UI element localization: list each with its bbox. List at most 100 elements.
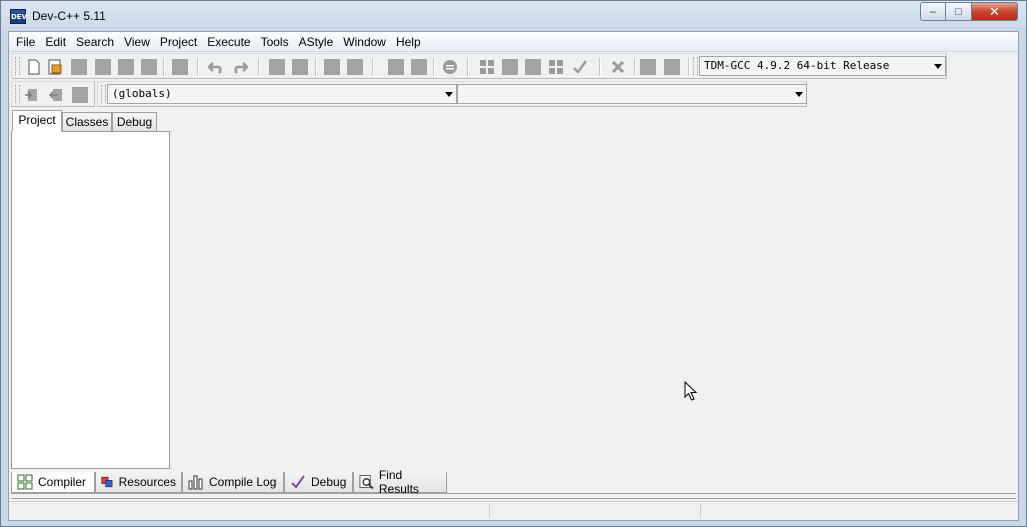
toolbar-grip[interactable]: [101, 85, 106, 103]
editor-area[interactable]: [171, 110, 1017, 470]
chevron-down-icon: [445, 92, 453, 97]
tab-find-results-label: Find Results: [378, 468, 419, 496]
tab-project-label: Project: [18, 113, 56, 127]
project-toolbar: [11, 81, 95, 107]
menu-window[interactable]: Window: [338, 33, 391, 51]
menu-file[interactable]: File: [11, 33, 40, 51]
close-all-icon[interactable]: [141, 59, 157, 75]
unindent-icon[interactable]: [347, 59, 363, 75]
toolbar-separator: [688, 58, 689, 76]
menu-bar: File Edit Search View Project Execute To…: [9, 32, 1018, 52]
goto-bookmark-icon[interactable]: [411, 59, 427, 75]
maximize-button[interactable]: □: [946, 2, 972, 21]
toolbar-separator: [258, 58, 259, 76]
grid-icon: [17, 474, 33, 490]
member-select[interactable]: [457, 84, 807, 104]
compiler-select[interactable]: TDM-GCC 4.9.2 64-bit Release: [699, 56, 946, 76]
toolbar-grip[interactable]: [15, 57, 20, 75]
toolbar-grip[interactable]: [693, 57, 698, 75]
window-controls: – □ ✕: [920, 2, 1018, 22]
insert-icon[interactable]: [24, 87, 40, 103]
find-icon[interactable]: [269, 59, 285, 75]
stop-icon[interactable]: [610, 59, 626, 75]
save-icon[interactable]: [71, 59, 87, 75]
new-file-icon[interactable]: [26, 59, 42, 75]
compile-run-icon[interactable]: [525, 59, 541, 75]
main-toolbar: TDM-GCC 4.9.2 64-bit Release: [11, 53, 947, 79]
find-results-icon: [359, 475, 374, 490]
scope-select-value: (globals): [112, 87, 172, 100]
main-window: DEV Dev-C++ 5.11 – □ ✕ File Edit Search …: [0, 0, 1027, 527]
client-area: File Edit Search View Project Execute To…: [8, 31, 1019, 521]
toolbar-separator: [315, 58, 316, 76]
debug-icon[interactable]: [640, 59, 656, 75]
menu-edit[interactable]: Edit: [40, 33, 71, 51]
status-bar: [9, 501, 1018, 520]
tab-compile-log-label: Compile Log: [209, 475, 277, 489]
toolbar-separator: [197, 58, 198, 76]
project-options-icon[interactable]: [72, 87, 88, 103]
menu-tools[interactable]: Tools: [256, 33, 294, 51]
toolbar-separator: [372, 58, 373, 76]
class-browser-toolbar: (globals): [97, 81, 807, 107]
close-icon[interactable]: [118, 59, 134, 75]
open-project-icon[interactable]: [47, 59, 63, 75]
toolbar-separator: [634, 58, 635, 76]
tab-debug-label: Debug: [116, 115, 153, 129]
check-icon: [291, 475, 305, 489]
close-window-button[interactable]: ✕: [972, 2, 1018, 21]
project-tree-panel[interactable]: [11, 131, 170, 469]
resources-icon: [101, 476, 113, 488]
tab-debug[interactable]: Debug: [112, 112, 157, 132]
print-icon[interactable]: [172, 59, 188, 75]
toolbar-grip[interactable]: [15, 85, 20, 103]
tab-resources-label: Resources: [118, 475, 176, 489]
syntax-check-icon[interactable]: [572, 59, 588, 75]
tab-project[interactable]: Project: [12, 110, 62, 132]
close-icon: ✕: [989, 3, 1000, 19]
redo-icon[interactable]: [232, 59, 248, 75]
panel-splitter[interactable]: [11, 493, 1016, 499]
indent-icon[interactable]: [324, 59, 340, 75]
menu-project[interactable]: Project: [155, 33, 202, 51]
tab-classes-label: Classes: [65, 115, 109, 129]
minimize-button[interactable]: –: [920, 2, 946, 21]
replace-icon[interactable]: [292, 59, 308, 75]
comment-icon[interactable]: [442, 59, 458, 75]
toolbar-separator: [467, 58, 468, 76]
toolbar-separator: [433, 58, 434, 76]
profile-icon[interactable]: [664, 59, 680, 75]
menu-help[interactable]: Help: [391, 33, 426, 51]
mouse-cursor-icon: [684, 381, 698, 401]
run-icon[interactable]: [502, 59, 518, 75]
undo-icon[interactable]: [208, 59, 224, 75]
chevron-down-icon: [934, 64, 942, 69]
toolbar-separator: [599, 58, 600, 76]
tab-debug-output[interactable]: Debug: [284, 472, 353, 493]
menu-search[interactable]: Search: [71, 33, 119, 51]
menu-view[interactable]: View: [119, 33, 155, 51]
window-title: Dev-C++ 5.11: [32, 9, 106, 23]
title-bar: DEV Dev-C++ 5.11 – □ ✕: [1, 1, 1026, 31]
menu-astyle[interactable]: AStyle: [294, 33, 339, 51]
save-all-icon[interactable]: [95, 59, 111, 75]
bar-chart-icon: [188, 475, 203, 490]
tab-compiler[interactable]: Compiler: [11, 472, 95, 493]
status-pane: [490, 504, 701, 518]
toolbar-separator: [163, 58, 164, 76]
compile-icon[interactable]: [479, 59, 495, 75]
remove-icon[interactable]: [48, 87, 64, 103]
toggle-bookmark-icon[interactable]: [388, 59, 404, 75]
minimize-icon: –: [929, 5, 937, 18]
menu-execute[interactable]: Execute: [202, 33, 255, 51]
tab-classes[interactable]: Classes: [62, 112, 112, 132]
chevron-down-icon: [795, 92, 803, 97]
maximize-icon: □: [955, 5, 962, 18]
tab-debug-output-label: Debug: [311, 475, 347, 489]
tab-compiler-label: Compiler: [38, 475, 87, 489]
tab-find-results[interactable]: Find Results: [353, 468, 447, 496]
scope-select[interactable]: (globals): [107, 84, 457, 104]
rebuild-icon[interactable]: [548, 59, 564, 75]
tab-compile-log[interactable]: Compile Log: [182, 472, 284, 493]
tab-resources[interactable]: Resources: [95, 472, 182, 493]
